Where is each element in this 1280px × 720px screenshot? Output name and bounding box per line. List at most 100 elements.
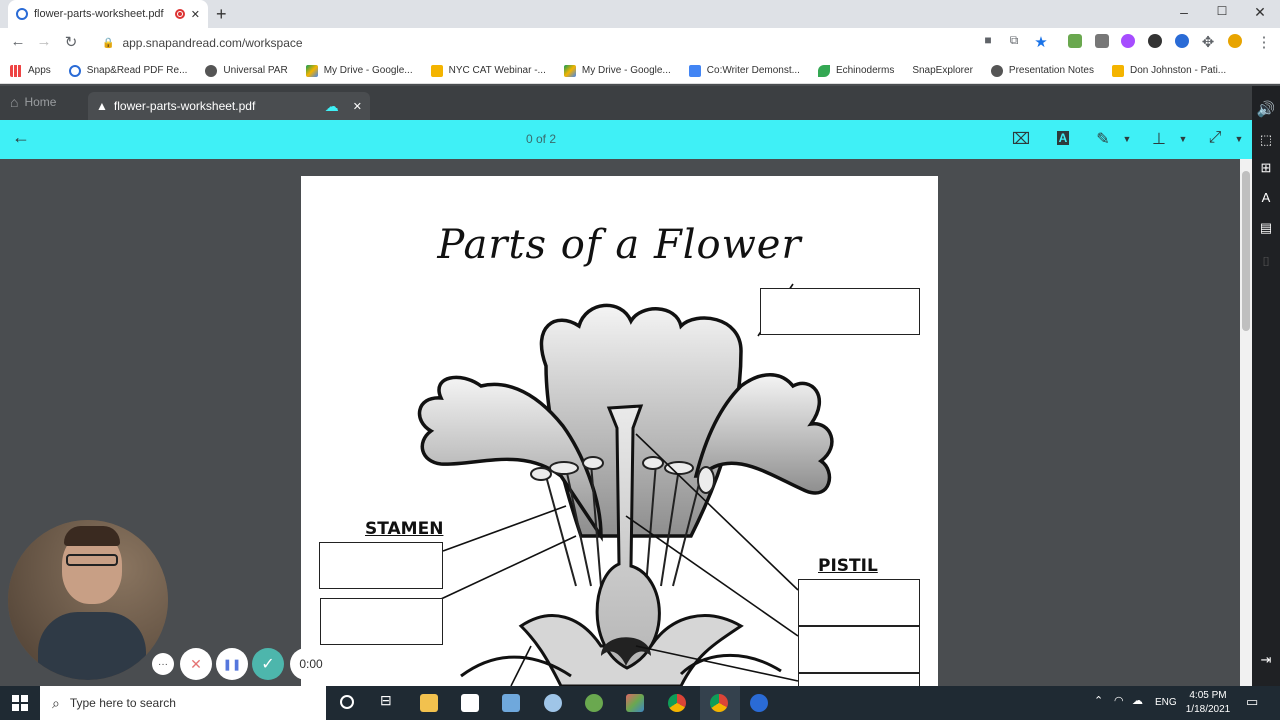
recorder-pause-button[interactable]: ❚❚: [216, 648, 248, 680]
extension-reader-icon[interactable]: [1095, 34, 1109, 48]
bookmarks-bar: Apps Snap&Read PDF Re... Universal PAR M…: [0, 58, 1280, 84]
toolbar-toggle-icon[interactable]: ▤: [1252, 220, 1280, 236]
chrome-icon[interactable]: [668, 694, 686, 712]
drive-icon: ▲: [96, 99, 108, 113]
highlighter-pen-icon[interactable]: ✎: [1092, 129, 1114, 149]
new-tab-button[interactable]: +: [216, 4, 227, 25]
chrome-menu-icon[interactable]: ⋮: [1254, 33, 1274, 51]
bookmark-star-icon[interactable]: ★: [1031, 33, 1051, 51]
close-window-button[interactable]: ✕: [1250, 4, 1270, 21]
bookmark-snapread[interactable]: Snap&Read PDF Re...: [68, 64, 187, 77]
bookmark-echinoderms[interactable]: Echinoderms: [817, 64, 894, 77]
cortana-icon[interactable]: [340, 695, 354, 709]
google-drive-icon: [563, 64, 576, 77]
exit-icon[interactable]: ⇥: [1252, 652, 1280, 668]
back-icon[interactable]: ←: [8, 33, 28, 50]
recorder-cancel-button[interactable]: ✕: [180, 648, 212, 680]
open-external-icon[interactable]: ⧉: [1004, 33, 1024, 48]
document-scrollbar[interactable]: [1240, 159, 1252, 686]
notifications-icon[interactable]: ▭: [1246, 694, 1258, 710]
windows-start-icon[interactable]: [12, 695, 28, 711]
speaker-icon[interactable]: 🔊: [1252, 100, 1280, 118]
reload-icon[interactable]: ↻: [61, 33, 81, 51]
paint-icon[interactable]: [544, 694, 562, 712]
bookmark-don-johnston[interactable]: Don Johnston - Pati...: [1111, 64, 1226, 77]
bookmark-apps[interactable]: Apps: [10, 64, 51, 77]
document-toolbar: ← 0 of 2 ⌧ A ✎ ▼ ⊥ ▼ ⤢ ▼: [0, 120, 1252, 159]
extensions-puzzle-icon[interactable]: ✥: [1198, 33, 1218, 51]
text-box-icon[interactable]: ⌧: [1010, 129, 1032, 149]
bookmark-universal-par[interactable]: Universal PAR: [205, 64, 288, 77]
photos-icon[interactable]: [626, 694, 644, 712]
snapandread-favicon-icon: [16, 8, 28, 20]
outline-icon[interactable]: ⊞: [1252, 160, 1280, 176]
extension-chat-icon[interactable]: [1148, 34, 1162, 48]
extension-puzzle-green-icon[interactable]: [1068, 34, 1082, 48]
close-file-tab-icon[interactable]: ✕: [353, 100, 362, 113]
browser-tab[interactable]: flower-parts-worksheet.pdf ✕: [8, 0, 208, 28]
recorder-more-button[interactable]: ···: [152, 653, 174, 675]
maximize-button[interactable]: ☐: [1212, 4, 1232, 18]
bookmark-snapexplorer[interactable]: SnapExplorer: [912, 65, 973, 76]
app-infinity-icon[interactable]: [461, 694, 479, 712]
file-tab[interactable]: ▲ flower-parts-worksheet.pdf ☁ ✕: [88, 92, 370, 120]
show-hidden-icons[interactable]: ⌃: [1094, 694, 1103, 707]
font-style-icon[interactable]: A: [1052, 129, 1074, 147]
pdf-page: Parts of a Flower STAMEN PISTIL: [301, 176, 938, 686]
globe-icon: [990, 64, 1003, 77]
translate-icon[interactable]: A: [1252, 190, 1280, 205]
bookmark-my-drive-2[interactable]: My Drive - Google...: [563, 64, 671, 77]
dictionary-icon[interactable]: ⌷: [1252, 254, 1280, 270]
taskbar-clock[interactable]: 4:05 PM 1/18/2021: [1178, 689, 1238, 717]
bookmark-cowriter[interactable]: Co:Writer Demonst...: [688, 64, 800, 77]
answer-box-stamen-2[interactable]: [320, 598, 443, 645]
recording-indicator-icon: [174, 9, 185, 19]
language-indicator[interactable]: ENG: [1155, 697, 1177, 708]
answer-box-pistil-3[interactable]: [798, 673, 920, 686]
extension-snapandread-icon[interactable]: [1175, 34, 1189, 48]
search-icon: ⌕: [52, 694, 60, 711]
taskbar-search-box[interactable]: ⌕ Type here to search: [40, 686, 326, 720]
slides-icon: [430, 64, 443, 77]
bookmark-my-drive-1[interactable]: My Drive - Google...: [305, 64, 413, 77]
chrome-active-icon[interactable]: [710, 694, 728, 712]
recorder-done-button[interactable]: ✓: [252, 648, 284, 680]
stamp-dropdown-icon[interactable]: ▼: [1172, 134, 1194, 144]
forward-icon[interactable]: →: [34, 33, 54, 50]
bookmark-nyc-cat[interactable]: NYC CAT Webinar -...: [430, 64, 546, 77]
answer-box-pistil-1[interactable]: [798, 579, 920, 626]
selection-icon[interactable]: ⬚: [1252, 132, 1280, 148]
line-dropdown-icon[interactable]: ▼: [1228, 134, 1250, 144]
snapandread-icon: [68, 64, 81, 77]
answer-box-stamen-1[interactable]: [319, 542, 443, 589]
camera-icon[interactable]: ■: [978, 33, 998, 47]
bookmark-presentation-notes[interactable]: Presentation Notes: [990, 64, 1094, 77]
onedrive-cloud-icon[interactable]: ☁: [1132, 694, 1143, 707]
globe-icon: [205, 64, 218, 77]
snapandread-app-icon[interactable]: [750, 694, 768, 712]
address-bar[interactable]: 🔒 app.snapandread.com/workspace: [92, 31, 992, 55]
close-tab-icon[interactable]: ✕: [191, 8, 200, 21]
stamen-label: STAMEN: [365, 519, 444, 539]
stamp-icon[interactable]: ⊥: [1148, 129, 1170, 149]
url-text: app.snapandread.com/workspace: [122, 36, 303, 50]
extension-flower-icon[interactable]: [1121, 34, 1135, 48]
back-arrow-icon[interactable]: ←: [10, 127, 32, 148]
task-view-icon[interactable]: ⊟: [380, 692, 392, 709]
minimize-button[interactable]: –: [1174, 4, 1194, 20]
recorder-timer: 0:00: [290, 648, 332, 680]
wifi-icon[interactable]: ◠: [1114, 694, 1124, 707]
profile-avatar[interactable]: [1228, 34, 1242, 48]
pen-dropdown-icon[interactable]: ▼: [1116, 134, 1138, 144]
home-tab[interactable]: ⌂ Home: [10, 94, 56, 110]
line-tool-icon[interactable]: ⤢: [1204, 129, 1226, 147]
webcam-preview: [8, 520, 168, 680]
calculator-icon[interactable]: [502, 694, 520, 712]
globe-app-icon[interactable]: [585, 694, 603, 712]
answer-box-petal[interactable]: [760, 288, 920, 335]
docs-icon: [688, 64, 701, 77]
answer-box-pistil-2[interactable]: [798, 626, 920, 673]
leaf-icon: [817, 64, 830, 77]
scrollbar-thumb[interactable]: [1242, 171, 1250, 331]
file-explorer-icon[interactable]: [420, 694, 438, 712]
